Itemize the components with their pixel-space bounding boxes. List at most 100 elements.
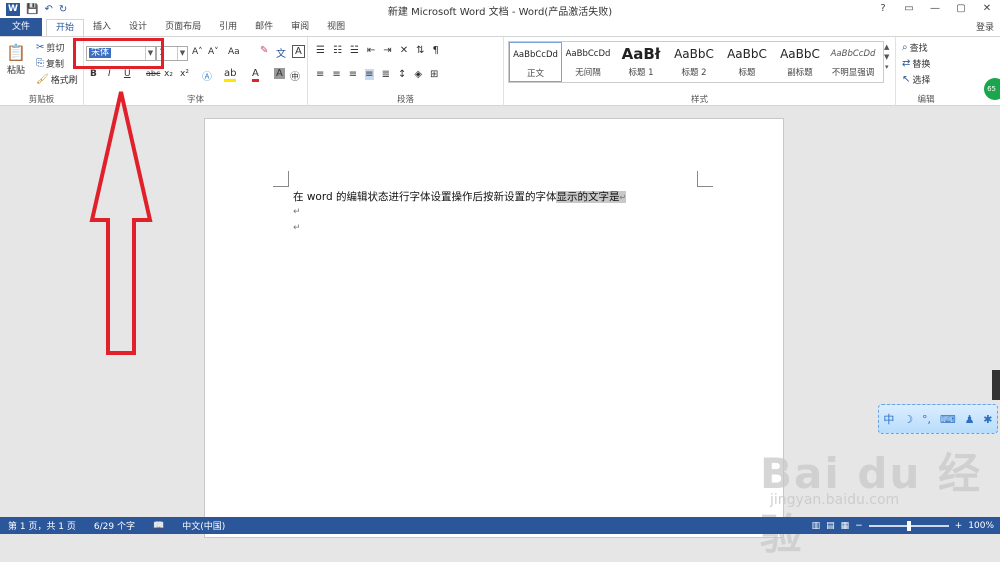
font-size-combo[interactable]: 1 ▼ (156, 46, 188, 61)
shading-icon[interactable]: ◈ (414, 69, 422, 80)
quick-access-toolbar: W 💾 ↶ ↻ (0, 0, 67, 18)
multilevel-list-icon[interactable]: ☱ (350, 45, 359, 56)
highlight-icon[interactable]: ab (224, 68, 237, 82)
keyboard-icon[interactable]: ⌨ (940, 413, 956, 426)
minimize-button[interactable]: — (922, 0, 948, 18)
font-size-value: 1 (159, 48, 165, 58)
char-shading-icon[interactable]: A (274, 68, 285, 79)
tab-layout[interactable]: 页面布局 (156, 19, 210, 36)
borders-icon[interactable]: ⊞ (430, 69, 438, 80)
find-button[interactable]: ⌕ 查找 (902, 41, 928, 54)
tab-references[interactable]: 引用 (210, 19, 246, 36)
margin-corner (697, 171, 713, 187)
align-right-icon[interactable]: ≡ (349, 69, 357, 80)
tab-mailings[interactable]: 邮件 (246, 19, 282, 36)
maximize-button[interactable]: ▢ (948, 0, 974, 18)
italic-button[interactable]: I (108, 69, 111, 79)
copy-label: 复制 (46, 60, 65, 70)
zoom-out-icon[interactable]: − (855, 521, 863, 531)
word-logo-icon: W (6, 2, 20, 16)
select-button[interactable]: ↖ 选择 (902, 73, 930, 86)
line-spacing-icon[interactable]: ↕ (398, 69, 406, 80)
paragraph-mark: ↵ (293, 223, 301, 233)
proofing-icon[interactable]: 📖 (153, 521, 164, 531)
font-name-value: 宋体 (89, 48, 112, 58)
distributed-icon[interactable]: ≣ (382, 69, 390, 80)
document-line-1[interactable]: 在 word 的编辑状态进行字体设置操作后按新设置的字体显示的文字是↵ (293, 189, 627, 204)
tools-icon[interactable]: ✱ (983, 413, 992, 426)
zoom-slider-knob[interactable] (906, 520, 911, 531)
chevron-down-icon[interactable]: ▼ (145, 47, 155, 60)
moon-icon[interactable]: ☽ (903, 413, 913, 426)
strikethrough-button[interactable]: abc (146, 69, 160, 78)
decrease-indent-icon[interactable]: ⇤ (367, 45, 375, 56)
ribbon-display-button[interactable]: ▭ (896, 0, 922, 18)
document-page[interactable]: 在 word 的编辑状态进行字体设置操作后按新设置的字体显示的文字是↵ ↵ ↵ (204, 118, 784, 538)
styles-group-label: 样式 (690, 95, 708, 105)
underline-button[interactable]: U (124, 69, 131, 79)
ime-toolbar[interactable]: 中 ☽ °, ⌨ ♟ ✱ (878, 404, 998, 434)
subscript-button[interactable]: x₂ (164, 69, 173, 79)
tab-file[interactable]: 文件 (0, 18, 43, 36)
login-link[interactable]: 登录 (976, 20, 994, 33)
shrink-font-button[interactable]: A˅ (208, 47, 219, 57)
zoom-in-icon[interactable]: + (955, 521, 963, 531)
copy-button[interactable]: ⎘ 复制 (36, 57, 64, 70)
sort-icon[interactable]: ⇅ (416, 45, 424, 56)
tab-home[interactable]: 开始 (46, 19, 85, 36)
tab-design[interactable]: 设计 (120, 19, 156, 36)
enclose-char-icon[interactable]: ㊥ (290, 68, 300, 83)
zoom-level[interactable]: 100% (968, 521, 994, 531)
clipboard-group: 📋 粘贴 ✂ 剪切 ⎘ 复制 🖌 格式刷 剪贴板 (0, 37, 84, 107)
word-count[interactable]: 6/29 个字 (94, 519, 135, 532)
document-text: 在 word 的编辑状态进行字体设置操作后按新设置的字体 (293, 191, 557, 203)
print-layout-icon[interactable]: ▤ (826, 521, 835, 531)
find-label: 查找 (909, 44, 928, 54)
chevron-down-icon[interactable]: ▼ (177, 47, 187, 60)
web-layout-icon[interactable]: ▦ (841, 521, 850, 531)
align-left-icon[interactable]: ≡ (316, 69, 324, 80)
tab-review[interactable]: 审阅 (282, 19, 318, 36)
phonetic-icon[interactable]: 文 (276, 45, 286, 60)
show-marks-icon[interactable]: ¶ (432, 45, 438, 56)
green-badge[interactable]: 65 (984, 78, 1000, 100)
close-button[interactable]: ✕ (974, 0, 1000, 18)
ime-mode-label[interactable]: 中 (883, 411, 894, 427)
replace-button[interactable]: ⇄ 替换 (902, 57, 930, 70)
language-indicator[interactable]: 中文(中国) (182, 519, 225, 532)
window-title: 新建 Microsoft Word 文档 - Word(产品激活失败) (387, 7, 613, 18)
redo-icon[interactable]: ↻ (59, 4, 67, 15)
clear-format-icon[interactable]: ✎ (260, 45, 268, 56)
text-effects-icon[interactable]: Ⓐ (202, 68, 212, 83)
font-name-combo[interactable]: 宋体 ▼ (86, 46, 156, 61)
grow-font-button[interactable]: A˄ (192, 47, 203, 57)
paste-icon: 📋 (6, 43, 26, 62)
page-count[interactable]: 第 1 页，共 1 页 (8, 519, 76, 532)
change-case-button[interactable]: Aa (228, 47, 240, 57)
bold-button[interactable]: B (90, 69, 97, 79)
scissors-icon: ✂ (36, 42, 45, 53)
justify-icon[interactable]: ≡ (365, 69, 374, 80)
bullets-icon[interactable]: ☰ (316, 45, 325, 56)
superscript-button[interactable]: x² (180, 69, 189, 79)
increase-indent-icon[interactable]: ⇥ (383, 45, 391, 56)
tab-view[interactable]: 视图 (318, 19, 354, 36)
cut-button[interactable]: ✂ 剪切 (36, 41, 64, 54)
read-mode-icon[interactable]: ▥ (812, 521, 821, 531)
undo-icon[interactable]: ↶ (44, 4, 52, 15)
chinese-layout-icon[interactable]: ✕ (400, 45, 408, 56)
format-painter-button[interactable]: 🖌 格式刷 (36, 73, 78, 86)
numbering-icon[interactable]: ☷ (333, 45, 342, 56)
char-border-icon[interactable]: A (292, 45, 305, 58)
tab-insert[interactable]: 插入 (84, 19, 120, 36)
help-button[interactable]: ? (870, 0, 896, 18)
side-scroll-handle[interactable] (992, 370, 1000, 400)
align-center-icon[interactable]: ≡ (332, 69, 340, 80)
user-icon[interactable]: ♟ (965, 413, 975, 426)
punctuation-icon[interactable]: °, (922, 413, 931, 426)
paste-button[interactable]: 📋 粘贴 (6, 43, 26, 76)
font-color-icon[interactable]: A (252, 68, 259, 82)
title-bar: W 💾 ↶ ↻ 新建 Microsoft Word 文档 - Word(产品激活… (0, 0, 1000, 18)
save-icon[interactable]: 💾 (26, 4, 38, 15)
zoom-slider[interactable] (868, 520, 949, 531)
